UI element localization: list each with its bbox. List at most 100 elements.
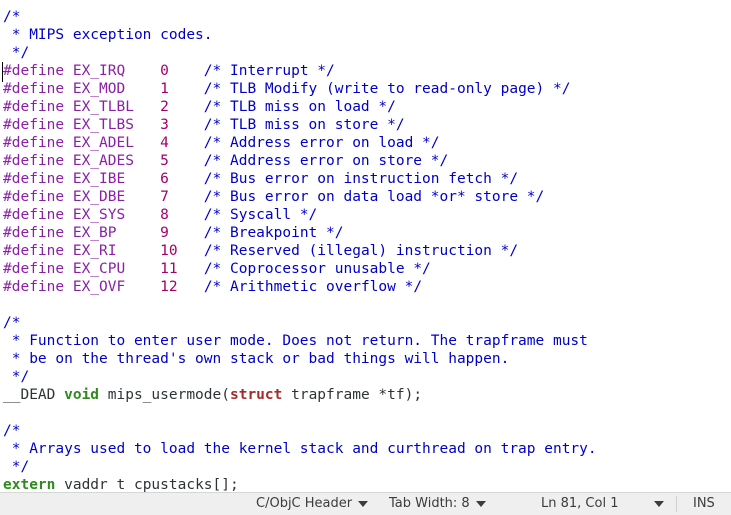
code-token-num: 2 [160,99,169,115]
code-line: #define EX_CPU 11 /* Coprocessor unusabl… [3,260,597,278]
code-token-comment: * be on the thread's own stack or bad th… [3,351,510,367]
code-line: #define EX_ADES 5 /* Address error on st… [3,152,597,170]
language-label: C/ObjC Header [256,496,353,511]
code-editor[interactable]: /* * MIPS exception codes. */#define EX_… [0,0,731,492]
code-token-pre: #define EX_RI [3,243,161,259]
code-token-comment: * MIPS exception codes. [3,27,213,43]
code-token-comment: /* [3,423,21,439]
code-token-extern: extern [3,477,56,492]
chevron-down-icon [475,501,486,507]
code-token-pre: #define EX_OVF [3,279,161,295]
code-token-comment: /* Interrupt */ [203,63,335,79]
code-line: * Arrays used to load the kernel stack a… [3,440,597,458]
code-token-num: 5 [160,153,169,169]
code-line: #define EX_IBE 6 /* Bus error on instruc… [3,170,597,188]
code-token-comment: /* TLB miss on load */ [203,99,396,115]
code-line: * MIPS exception codes. [3,26,597,44]
code-token-num: 10 [160,243,178,259]
code-token-comment: /* TLB miss on store */ [203,117,405,133]
code-token-comment: /* Address error on store */ [203,153,449,169]
status-bar: C/ObjC Header Tab Width: 8 Ln 81, Col 1 … [0,492,731,515]
code-token-comment: /* Syscall */ [203,207,318,223]
chevron-down-icon [358,501,369,507]
code-token-comment: /* Reserved (illegal) instruction */ [203,243,519,259]
code-token-comment: * Arrays used to load the kernel stack a… [3,441,597,457]
code-token-text: vaddr_t cpustacks[]; [55,477,239,492]
code-token-text: trapframe *tf); [282,387,423,403]
code-line: #define EX_OVF 12 /* Arithmetic overflow… [3,278,597,296]
code-token-num: 9 [160,225,169,241]
code-token-pre: #define EX_MOD [3,81,161,97]
code-line: #define EX_IRQ 0 /* Interrupt */ [3,62,597,80]
code-token-num: 7 [160,189,169,205]
code-token-pre: #define EX_DBE [3,189,161,205]
code-line: extern vaddr_t cpustacks[]; [3,476,597,492]
code-token-text: mips_usermode( [99,387,230,403]
code-token-num: 0 [160,63,169,79]
code-token-pre: #define EX_ADEL [3,135,161,151]
code-line: /* [3,8,597,26]
code-token-comment: */ [3,45,30,61]
code-line: #define EX_TLBS 3 /* TLB miss on store *… [3,116,597,134]
code-line: #define EX_TLBL 2 /* TLB miss on load */ [3,98,597,116]
code-token-kw: struct [229,387,283,403]
code-line: */ [3,44,597,62]
code-token-num: 1 [160,81,169,97]
code-token-comment: /* [3,315,21,331]
code-token-comment: /* Breakpoint */ [203,225,344,241]
code-line: #define EX_BP 9 /* Breakpoint */ [3,224,597,242]
code-token-comment: /* Bus error on instruction fetch */ [203,171,519,187]
code-line: __DEAD void mips_usermode(struct trapfra… [3,386,597,404]
code-token-comment: * Function to enter user mode. Does not … [3,333,588,349]
code-line: * Function to enter user mode. Does not … [3,332,597,350]
code-line: * be on the thread's own stack or bad th… [3,350,597,368]
code-token-pre: #define EX_BP [3,225,161,241]
insert-mode-indicator[interactable]: INS [693,493,715,515]
code-token-num: 8 [160,207,169,223]
code-line: #define EX_MOD 1 /* TLB Modify (write to… [3,80,597,98]
code-line: #define EX_DBE 7 /* Bus error on data lo… [3,188,597,206]
code-token-comment: */ [3,369,30,385]
code-token-comment: /* Bus error on data load *or* store */ [203,189,545,205]
code-token-comment: /* Address error on load */ [203,135,440,151]
code-token-comment: /* TLB Modify (write to read-only page) … [203,81,571,97]
language-selector[interactable]: C/ObjC Header [256,493,369,515]
code-token-num: 4 [160,135,169,151]
code-token-pre: #define EX_IBE [3,171,161,187]
code-token-num: 11 [160,261,178,277]
code-token-comment: /* Arithmetic overflow */ [203,279,423,295]
cursor-position-label: Ln 81, Col 1 [541,496,619,511]
code-token-comment: /* Coprocessor unusable */ [203,261,431,277]
cursor-position-selector[interactable]: Ln 81, Col 1 [541,493,618,515]
code-token-pre: #define EX_CPU [3,261,161,277]
tab-width-selector[interactable]: Tab Width: 8 [389,493,486,515]
insert-mode-label: INS [693,496,715,511]
code-token-pre: #define EX_TLBS [3,117,161,133]
status-divider [676,496,677,512]
code-token-pre: #define EX_IRQ [3,63,161,79]
code-token-comment: /* [3,9,21,25]
code-token-type: void [64,387,100,403]
code-line: #define EX_RI 10 /* Reserved (illegal) i… [3,242,597,260]
code-token-pre: #define EX_SYS [3,207,161,223]
code-token-pre: #define EX_ADES [3,153,161,169]
code-token-num: 6 [160,171,169,187]
code-token-comment: */ [3,459,30,475]
code-line: #define EX_ADEL 4 /* Address error on lo… [3,134,597,152]
code-line: */ [3,458,597,476]
code-line: #define EX_SYS 8 /* Syscall */ [3,206,597,224]
cursor-position-dropdown[interactable] [654,493,664,515]
